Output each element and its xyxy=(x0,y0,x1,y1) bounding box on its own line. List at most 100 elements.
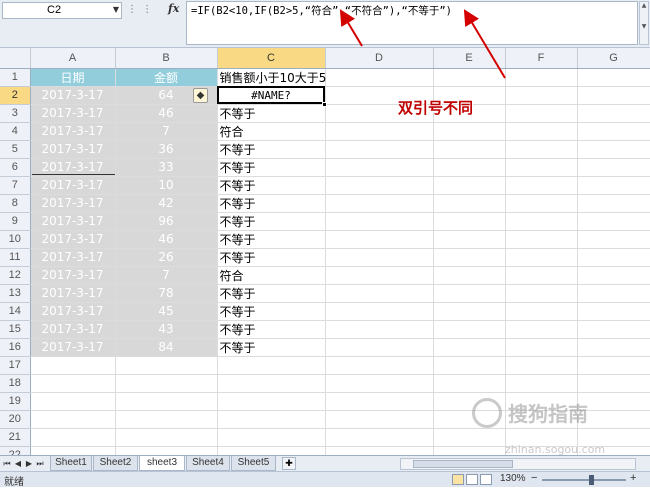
row-header[interactable]: 21 xyxy=(0,428,31,447)
cell[interactable] xyxy=(115,428,218,447)
cell[interactable] xyxy=(577,374,650,393)
formula-bar-scroll[interactable]: ▲ ▼ xyxy=(639,1,649,45)
cell[interactable] xyxy=(325,410,434,429)
row-header[interactable]: 18 xyxy=(0,374,31,393)
cell[interactable] xyxy=(30,410,116,429)
cell[interactable] xyxy=(505,158,578,177)
cell-amount[interactable]: 96 xyxy=(115,212,218,231)
cell[interactable] xyxy=(433,428,506,447)
cell-amount[interactable]: 84 xyxy=(115,338,218,357)
cell[interactable] xyxy=(325,122,434,141)
cell[interactable] xyxy=(505,176,578,195)
tab-sheet5[interactable]: Sheet5 xyxy=(231,456,276,471)
next-sheet-icon[interactable]: ▶ xyxy=(24,457,34,471)
cell[interactable] xyxy=(325,230,434,249)
row-header[interactable]: 5 xyxy=(0,140,31,159)
column-header-d[interactable]: D xyxy=(325,48,434,69)
tab-sheet2[interactable]: Sheet2 xyxy=(93,456,138,471)
cell[interactable] xyxy=(325,266,434,285)
cell-amount[interactable]: 7 xyxy=(115,122,218,141)
cell[interactable] xyxy=(433,356,506,375)
cell-amount[interactable]: 7 xyxy=(115,266,218,285)
select-all-button[interactable] xyxy=(0,48,31,69)
insert-sheet-icon[interactable]: ✚ xyxy=(282,457,296,470)
cell-date[interactable]: 2017-3-17 xyxy=(30,140,116,159)
cell[interactable] xyxy=(505,320,578,339)
column-header-c[interactable]: C xyxy=(217,48,326,69)
cell[interactable] xyxy=(505,230,578,249)
cell[interactable] xyxy=(577,122,650,141)
tab-sheet1[interactable]: Sheet1 xyxy=(50,456,92,471)
zoom-slider-thumb[interactable] xyxy=(589,475,594,485)
cell[interactable] xyxy=(505,86,578,105)
row-header[interactable]: 15 xyxy=(0,320,31,339)
cell-result[interactable]: 不等于 xyxy=(217,230,326,249)
cell-date[interactable]: 2017-3-17 xyxy=(30,230,116,249)
cell-amount[interactable]: 43 xyxy=(115,320,218,339)
normal-view-icon[interactable] xyxy=(452,474,464,485)
cell[interactable] xyxy=(505,338,578,357)
cell-result[interactable]: 不等于 xyxy=(217,302,326,321)
cell-a1[interactable]: 日期 xyxy=(30,68,116,87)
cell-amount[interactable]: 45 xyxy=(115,302,218,321)
cell[interactable] xyxy=(325,68,434,87)
column-header-e[interactable]: E xyxy=(433,48,506,69)
horizontal-scrollbar[interactable] xyxy=(400,458,636,470)
cell[interactable] xyxy=(325,212,434,231)
column-header-b[interactable]: B xyxy=(115,48,218,69)
zoom-slider[interactable] xyxy=(542,479,626,481)
cell[interactable] xyxy=(433,212,506,231)
cell-result[interactable]: 不等于 xyxy=(217,248,326,267)
cell-result[interactable]: 不等于 xyxy=(217,338,326,357)
cell-c1[interactable]: 销售额小于10大于5 xyxy=(217,68,326,87)
cell-date[interactable]: 2017-3-17 xyxy=(30,122,116,141)
cell-result[interactable]: 不等于 xyxy=(217,140,326,159)
cell[interactable] xyxy=(505,248,578,267)
cell[interactable] xyxy=(115,374,218,393)
cell[interactable] xyxy=(577,320,650,339)
cell[interactable] xyxy=(325,176,434,195)
cell[interactable] xyxy=(577,68,650,87)
cell-date[interactable]: 2017-3-17 xyxy=(30,302,116,321)
cell[interactable] xyxy=(325,374,434,393)
cell-result[interactable]: 符合 xyxy=(217,266,326,285)
cell[interactable] xyxy=(577,248,650,267)
cell[interactable] xyxy=(115,356,218,375)
cell[interactable] xyxy=(505,194,578,213)
cell-result[interactable]: 符合 xyxy=(217,122,326,141)
prev-sheet-icon[interactable]: ◀ xyxy=(13,457,23,471)
cell-result[interactable]: 不等于 xyxy=(217,194,326,213)
row-header[interactable]: 4 xyxy=(0,122,31,141)
row-header[interactable]: 10 xyxy=(0,230,31,249)
row-header[interactable]: 9 xyxy=(0,212,31,231)
cell[interactable] xyxy=(30,374,116,393)
cell-result[interactable]: #NAME? xyxy=(217,86,326,105)
cell[interactable] xyxy=(505,104,578,123)
cell-b1[interactable]: 金额 xyxy=(115,68,218,87)
cell[interactable] xyxy=(217,410,326,429)
cell[interactable] xyxy=(325,302,434,321)
formula-input[interactable]: =IF(B2<10,IF(B2>5,“符合”,“不符合”),“不等于”) xyxy=(186,1,638,45)
cell[interactable] xyxy=(577,338,650,357)
cell[interactable] xyxy=(577,302,650,321)
zoom-out-button[interactable]: − xyxy=(531,472,537,484)
column-header-a[interactable]: A xyxy=(30,48,116,69)
cell[interactable] xyxy=(577,212,650,231)
cell[interactable] xyxy=(433,284,506,303)
cell[interactable] xyxy=(217,374,326,393)
cell-amount[interactable]: 46 xyxy=(115,104,218,123)
cell[interactable] xyxy=(577,194,650,213)
cell[interactable] xyxy=(325,284,434,303)
tab-sheet4[interactable]: Sheet4 xyxy=(186,456,230,471)
column-header-f[interactable]: F xyxy=(505,48,578,69)
cell[interactable] xyxy=(433,158,506,177)
cell[interactable] xyxy=(325,320,434,339)
cell-date[interactable]: 2017-3-17 xyxy=(30,86,116,105)
cell[interactable] xyxy=(505,122,578,141)
cell-date[interactable]: 2017-3-17 xyxy=(30,320,116,339)
cell[interactable] xyxy=(433,248,506,267)
row-header[interactable]: 3 xyxy=(0,104,31,123)
cell[interactable] xyxy=(577,230,650,249)
cell-amount[interactable]: 10 xyxy=(115,176,218,195)
cell[interactable] xyxy=(325,140,434,159)
